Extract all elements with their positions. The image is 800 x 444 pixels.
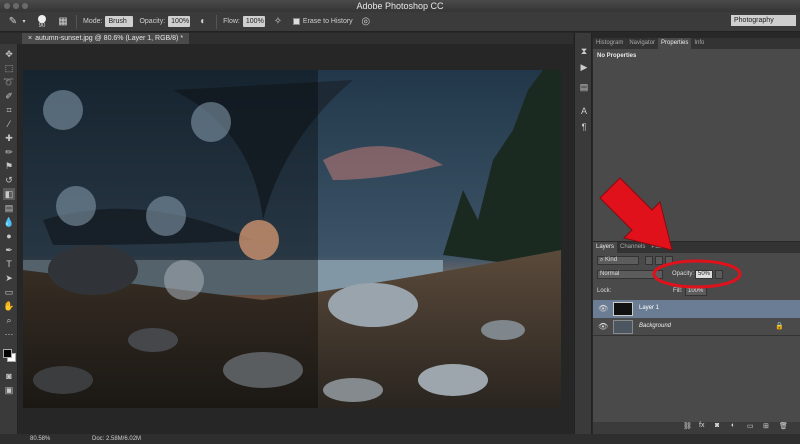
blur-tool-icon[interactable]: 💧 <box>3 216 15 228</box>
mode-select[interactable]: Brush <box>105 16 134 27</box>
layer-name: Background <box>639 323 672 329</box>
document-info-icon[interactable]: ▤ <box>578 81 590 93</box>
character-panel-icon[interactable]: A <box>578 105 590 117</box>
app-title: Adobe Photoshop CC <box>356 1 444 11</box>
properties-content: No Properties <box>597 53 637 59</box>
layer-name: Layer 1 <box>639 305 660 311</box>
new-group-icon[interactable]: ▭ <box>747 422 754 430</box>
zoom-level[interactable]: 80.58% <box>30 434 50 444</box>
zoom-window-icon[interactable] <box>22 3 28 9</box>
adjustment-layer-icon[interactable]: ◐ <box>731 422 735 429</box>
erase-to-history-label: Erase to History <box>302 18 353 25</box>
airbrush-icon[interactable]: ✧ <box>271 15 285 29</box>
document-tab[interactable]: × autumn-sunset.jpg @ 80.6% (Layer 1, RGB… <box>22 33 190 44</box>
history-brush-tool-icon[interactable]: ↺ <box>3 174 15 186</box>
gradient-tool-icon[interactable]: ▤ <box>3 202 15 214</box>
link-layers-icon[interactable]: ⛓ <box>683 422 692 430</box>
pressure-opacity-icon[interactable]: ◐ <box>196 15 210 29</box>
properties-tab-bar: Histogram Navigator Properties Info <box>593 38 800 49</box>
history-panel-icon[interactable]: ⧗ <box>578 45 590 57</box>
red-arrow-icon <box>599 177 673 251</box>
healing-brush-tool-icon[interactable]: ✚ <box>3 132 15 144</box>
eraser-tool-icon[interactable]: ✎ <box>6 15 20 29</box>
divider <box>216 14 218 29</box>
brush-size-value: 90 <box>38 22 46 29</box>
tools-panel: ✥ ⬚ ➰ ✐ ⌗ ⁄ ✚ ✏ ⚑ ↺ ◧ ▤ 💧 ● ✒ T ➤ ▭ ✋ ⌕ … <box>0 44 18 434</box>
actions-play-icon[interactable]: ▶ <box>578 61 590 73</box>
brush-tool-icon[interactable]: ✏ <box>3 146 15 158</box>
visibility-eye-icon[interactable]: 👁 <box>598 322 608 331</box>
quick-select-tool-icon[interactable]: ✐ <box>3 90 15 102</box>
eraser-tool-icon[interactable]: ◧ <box>3 188 15 200</box>
layer-style-icon[interactable]: fx <box>699 422 704 429</box>
options-bar: ✎ ▾ 90 ▦ Mode: Brush Opacity: 100% ◐ Flo… <box>0 12 800 32</box>
doc-size-info[interactable]: Doc: 2.58M/6.02M <box>92 434 141 444</box>
flow-label: Flow: <box>223 18 240 25</box>
highlight-ellipse <box>652 259 742 289</box>
close-tab-icon[interactable]: × <box>28 35 32 42</box>
red-annotation-overlay <box>599 177 742 289</box>
mode-label: Mode: <box>83 18 103 25</box>
tab-properties[interactable]: Properties <box>658 38 692 49</box>
tab-navigator[interactable]: Navigator <box>626 38 658 49</box>
zoom-tool-icon[interactable]: ⌕ <box>3 314 15 326</box>
minimize-window-icon[interactable] <box>13 3 19 9</box>
marquee-tool-icon[interactable]: ⬚ <box>3 62 15 74</box>
pressure-size-icon[interactable]: ◎ <box>359 15 373 29</box>
add-mask-icon[interactable]: ◙ <box>715 422 719 429</box>
more-tools-icon[interactable]: ⋯ <box>3 328 15 340</box>
flow-input[interactable]: 100% <box>242 16 265 27</box>
lock-icon: 🔒 <box>775 323 784 330</box>
quick-mask-icon[interactable]: ◙ <box>3 370 15 382</box>
close-window-icon[interactable] <box>4 3 10 9</box>
tool-preset-dropdown-icon[interactable]: ▾ <box>20 15 28 29</box>
lasso-tool-icon[interactable]: ➰ <box>3 76 15 88</box>
document-tab-title: autumn-sunset.jpg @ 80.6% (Layer 1, RGB/… <box>35 35 184 42</box>
new-layer-icon[interactable]: ⊞ <box>763 422 769 430</box>
pen-tool-icon[interactable]: ✒ <box>3 244 15 256</box>
screen-mode-icon[interactable]: ▣ <box>3 384 15 396</box>
hand-tool-icon[interactable]: ✋ <box>3 300 15 312</box>
path-selection-tool-icon[interactable]: ➤ <box>3 272 15 284</box>
layer-thumbnail <box>613 302 633 316</box>
layer-thumbnail <box>613 320 633 334</box>
photo-image <box>23 70 561 408</box>
delete-layer-icon[interactable]: 🗑 <box>779 422 788 430</box>
status-bar: 80.58% Doc: 2.58M/6.02M <box>0 434 800 444</box>
workspace-switcher[interactable]: Photography <box>731 15 796 26</box>
document-canvas[interactable] <box>23 70 561 408</box>
tab-histogram[interactable]: Histogram <box>593 38 626 49</box>
foreground-color-swatch[interactable] <box>3 349 12 358</box>
title-bar: Adobe Photoshop CC <box>0 0 800 12</box>
layers-footer: ⛓ fx ◙ ◐ ▭ ⊞ 🗑 <box>593 422 800 434</box>
opacity-input[interactable]: 100% <box>168 16 191 27</box>
type-tool-icon[interactable]: T <box>3 258 15 270</box>
dodge-tool-icon[interactable]: ● <box>3 230 15 242</box>
tab-info[interactable]: Info <box>691 38 707 49</box>
layer-row-background[interactable]: 👁 Background 🔒 <box>593 318 800 336</box>
shape-tool-icon[interactable]: ▭ <box>3 286 15 298</box>
eyedropper-tool-icon[interactable]: ⁄ <box>3 118 15 130</box>
layer-row-layer-1[interactable]: 👁 Layer 1 <box>593 300 800 318</box>
brush-panel-icon[interactable]: ▦ <box>56 15 70 29</box>
divider <box>76 14 77 29</box>
visibility-eye-icon[interactable]: 👁 <box>598 304 608 313</box>
brush-tip-icon <box>38 14 46 23</box>
opacity-label: Opacity: <box>139 18 166 25</box>
crop-tool-icon[interactable]: ⌗ <box>3 104 15 116</box>
clone-stamp-tool-icon[interactable]: ⚑ <box>3 160 15 172</box>
paragraph-panel-icon[interactable]: ¶ <box>578 121 590 133</box>
move-tool-icon[interactable]: ✥ <box>3 48 15 60</box>
erase-to-history-checkbox[interactable] <box>292 18 300 25</box>
brush-preset-picker[interactable]: 90 <box>34 14 50 30</box>
